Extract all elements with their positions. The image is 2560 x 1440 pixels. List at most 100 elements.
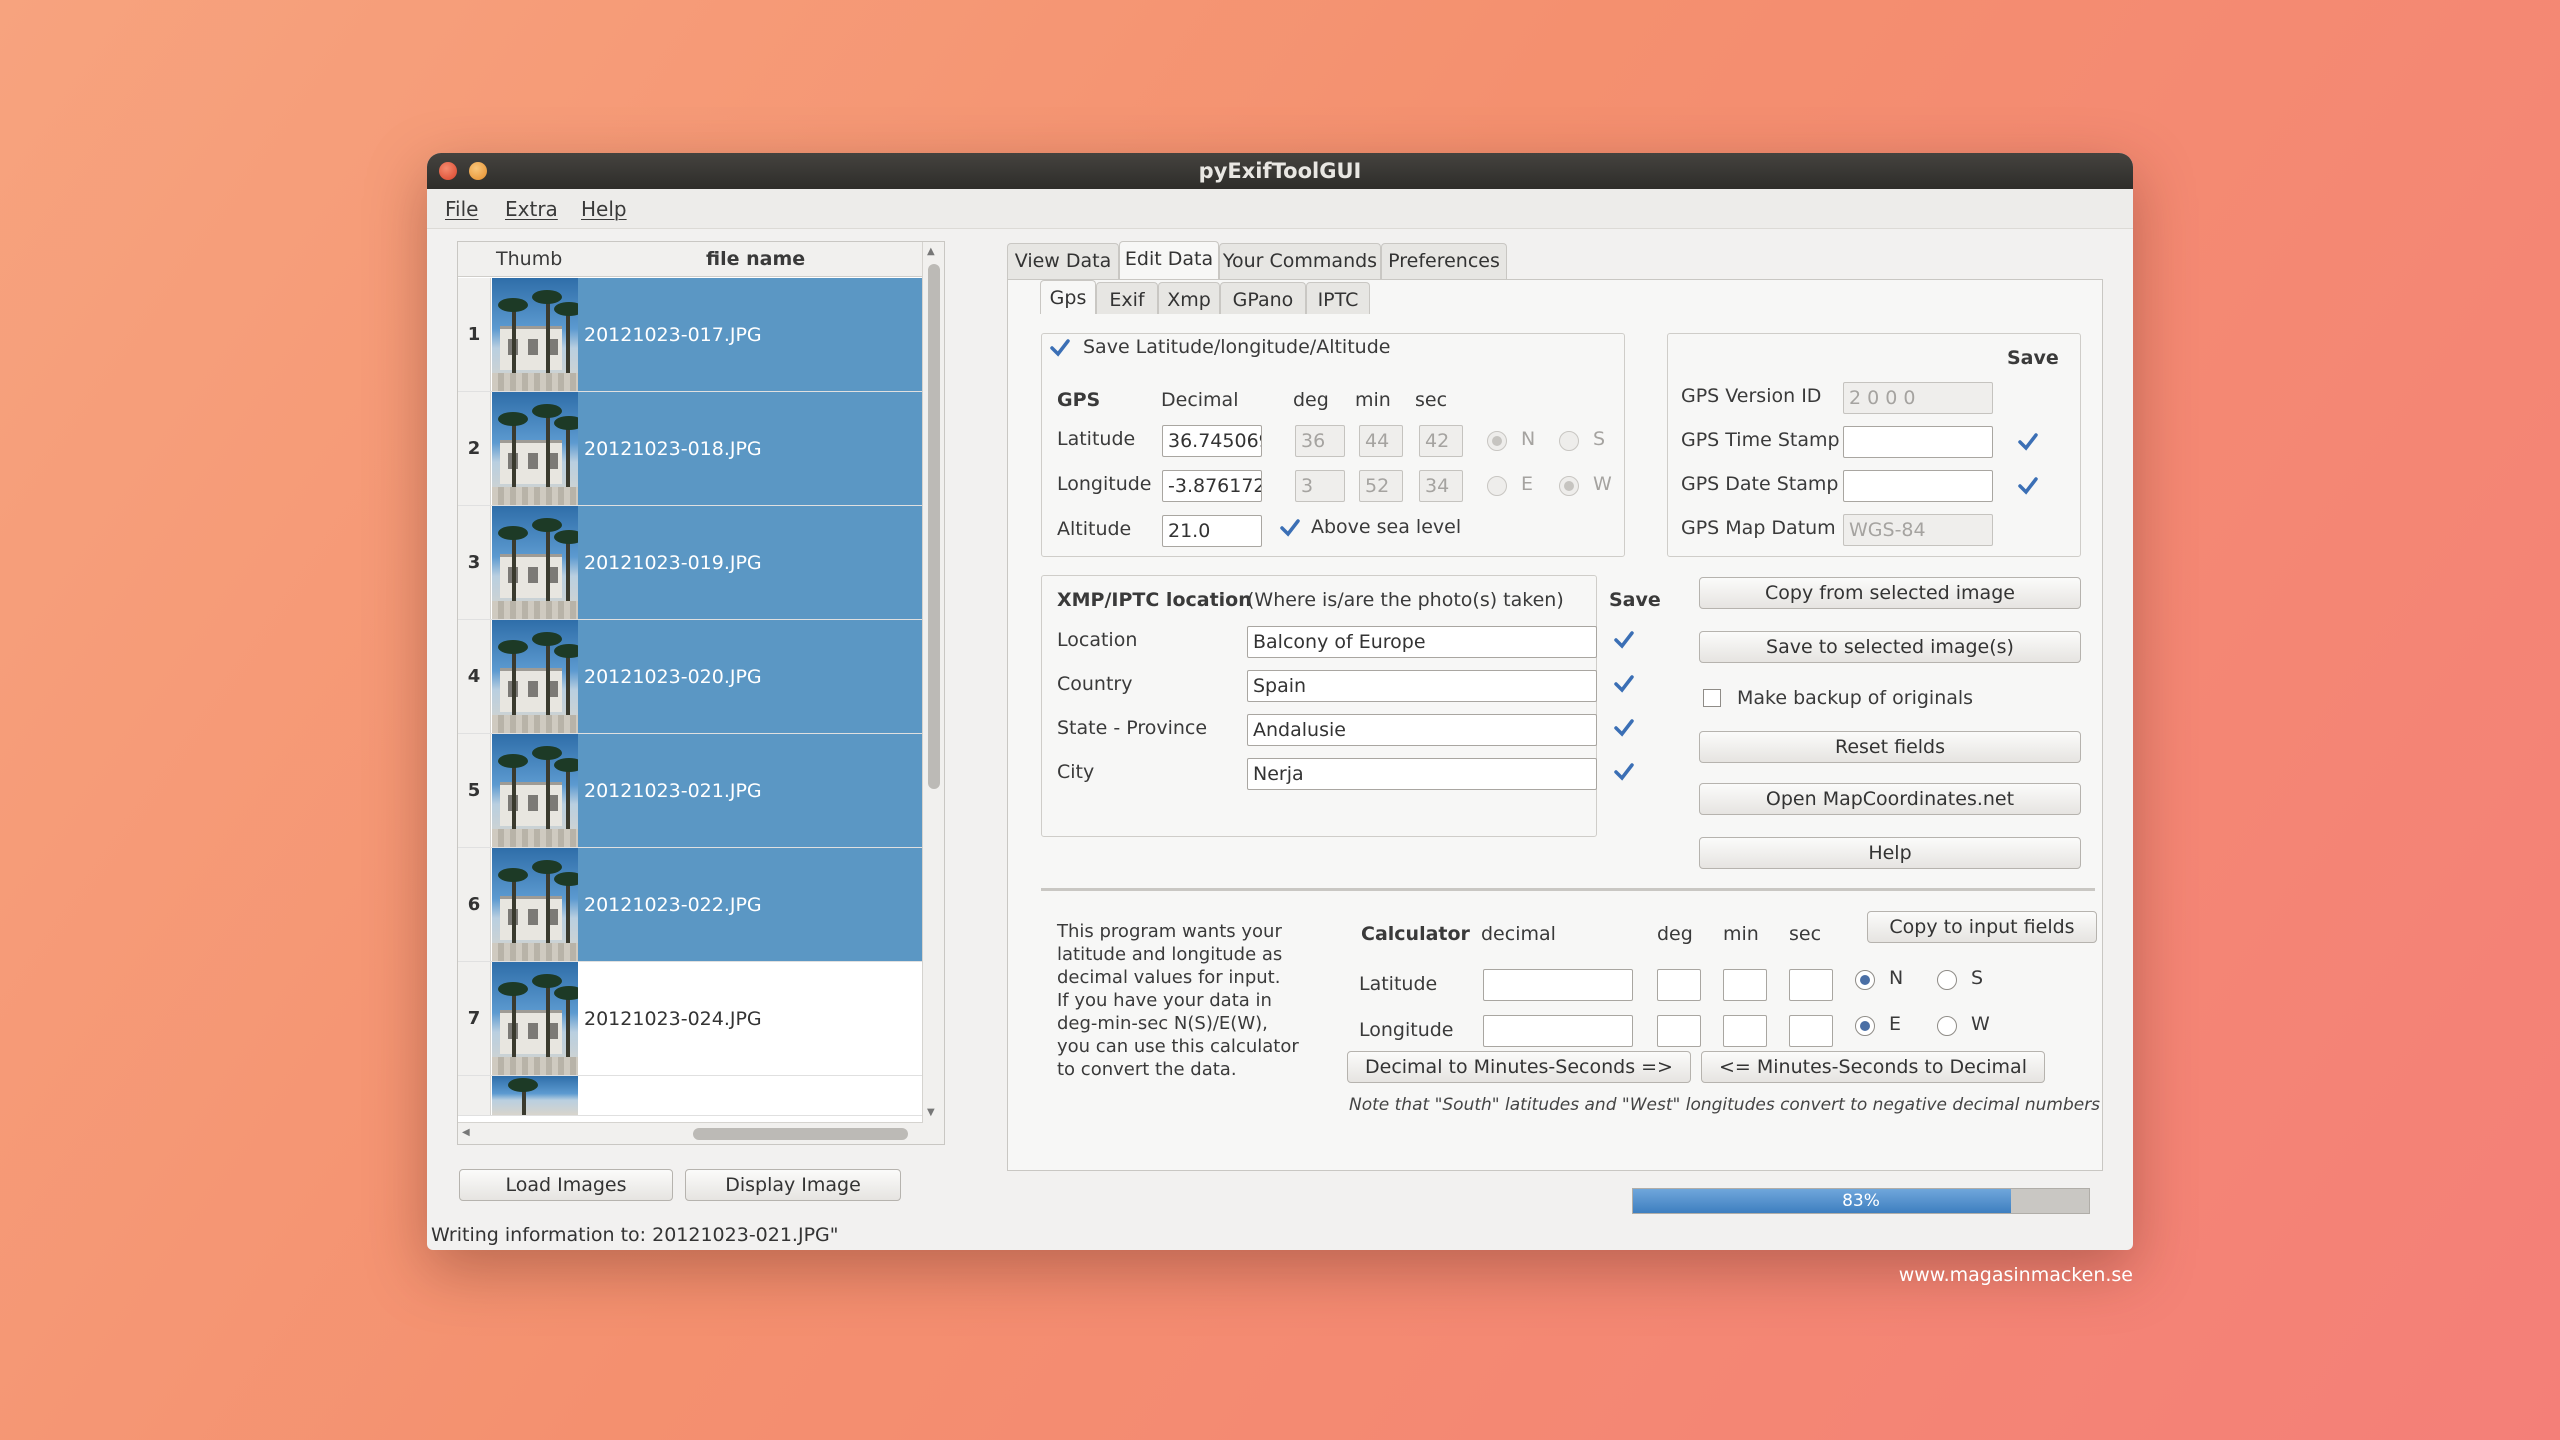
save-gps-label: Save Latitude/longitude/Altitude (1083, 336, 1391, 358)
dms-to-decimal-button[interactable]: <= Minutes-Seconds to Decimal (1701, 1051, 2045, 1083)
table-row[interactable]: 6 20121023-022.JPG (458, 848, 923, 962)
save-gps-checkbox[interactable] (1049, 337, 1070, 357)
reset-fields-button[interactable]: Reset fields (1699, 731, 2081, 763)
calculator-info-line: to convert the data. (1057, 1059, 1237, 1080)
subtab-xmp[interactable]: Xmp (1158, 282, 1220, 314)
tab-view-data[interactable]: View Data (1007, 243, 1119, 279)
tab-your-commands[interactable]: Your Commands (1219, 243, 1381, 279)
calc-latitude-min-input[interactable] (1723, 969, 1767, 1001)
calc-latitude-n-radio[interactable] (1855, 970, 1875, 990)
calc-longitude-w-radio[interactable] (1937, 1016, 1957, 1036)
tab-edit-data[interactable]: Edit Data (1119, 241, 1219, 279)
make-backup-checkbox[interactable] (1703, 689, 1721, 707)
location-save-checkbox[interactable] (1613, 629, 1634, 649)
table-row[interactable]: 1 20121023-017.JPG (458, 278, 923, 392)
above-sea-level-checkbox[interactable] (1279, 517, 1300, 537)
calc-latitude-sec-input[interactable] (1789, 969, 1833, 1001)
table-row[interactable]: 4 20121023-020.JPG (458, 620, 923, 734)
list-horizontal-scroll-thumb[interactable] (693, 1128, 908, 1140)
gps-time-input[interactable] (1843, 426, 1993, 458)
calc-longitude-e-radio[interactable] (1855, 1016, 1875, 1036)
panel-divider[interactable] (1041, 888, 2095, 891)
calculator-note: Note that "South" latitudes and "West" l… (1349, 1095, 2101, 1115)
scroll-down-arrow-icon[interactable]: ▼ (927, 1107, 935, 1118)
latitude-s-label: S (1593, 428, 1606, 450)
checkmark-icon (1614, 719, 1634, 737)
latitude-decimal-input[interactable]: 36.745069 (1162, 425, 1262, 457)
progress-label: 83% (1842, 1191, 1880, 1211)
country-save-checkbox[interactable] (1613, 673, 1634, 693)
gps-date-input[interactable] (1843, 470, 1993, 502)
city-save-checkbox[interactable] (1613, 761, 1634, 781)
file-name-cell[interactable]: 20121023-017.JPG (578, 278, 923, 391)
table-row[interactable]: 3 20121023-019.JPG (458, 506, 923, 620)
calculator-info-line: latitude and longitude as (1057, 944, 1283, 965)
thumbnail-image (492, 734, 578, 847)
display-image-button[interactable]: Display Image (685, 1169, 901, 1201)
list-vertical-scroll-thumb[interactable] (928, 264, 940, 789)
file-name-cell[interactable]: 20121023-020.JPG (578, 620, 923, 733)
menu-file[interactable]: File (445, 197, 478, 221)
copy-to-input-fields-button[interactable]: Copy to input fields (1867, 911, 2097, 943)
subtab-iptc[interactable]: IPTC (1306, 282, 1370, 314)
longitude-decimal-input[interactable]: -3.876172 (1162, 470, 1262, 502)
gps-datum-input: WGS-84 (1843, 514, 1993, 546)
file-name-cell[interactable]: 20121023-021.JPG (578, 734, 923, 847)
city-label: City (1057, 761, 1095, 783)
row-number: 7 (458, 962, 491, 1075)
checkmark-icon (1280, 519, 1300, 537)
calc-min-header: min (1723, 923, 1759, 945)
menu-extra[interactable]: Extra (505, 197, 558, 221)
close-window-button[interactable] (439, 162, 457, 180)
subtab-gps[interactable]: Gps (1040, 280, 1096, 314)
gps-date-save-checkbox[interactable] (2017, 475, 2038, 495)
latitude-label: Latitude (1057, 428, 1136, 450)
minimize-window-button[interactable] (469, 162, 487, 180)
file-name-cell[interactable]: 20121023-024.JPG (578, 962, 923, 1075)
column-file-name[interactable]: file name (706, 248, 805, 270)
calc-latitude-decimal-input[interactable] (1483, 969, 1633, 1001)
city-input[interactable]: Nerja (1247, 758, 1597, 790)
open-mapcoordinates-button[interactable]: Open MapCoordinates.net (1699, 783, 2081, 815)
gps-time-save-checkbox[interactable] (2017, 431, 2038, 451)
altitude-input[interactable]: 21.0 (1162, 515, 1262, 547)
country-input[interactable]: Spain (1247, 670, 1597, 702)
image-list[interactable]: Thumb file name 1 20121023-017.JPG 2 201210… (457, 241, 945, 1145)
table-row[interactable]: 7 20121023-024.JPG (458, 962, 923, 1076)
calc-latitude-s-radio[interactable] (1937, 970, 1957, 990)
load-images-button[interactable]: Load Images (459, 1169, 673, 1201)
subtab-gpano[interactable]: GPano (1220, 282, 1306, 314)
calc-longitude-min-input[interactable] (1723, 1015, 1767, 1047)
column-thumb[interactable]: Thumb (496, 248, 562, 270)
longitude-sec-input: 34 (1419, 470, 1463, 502)
sec-header: sec (1415, 389, 1448, 411)
xmp-location-group (1041, 575, 1597, 837)
state-save-checkbox[interactable] (1613, 717, 1634, 737)
copy-from-selected-button[interactable]: Copy from selected image (1699, 577, 2081, 609)
table-row[interactable]: 2 20121023-018.JPG (458, 392, 923, 506)
list-horizontal-scrollbar[interactable]: ◀ (458, 1122, 923, 1144)
calc-longitude-deg-input[interactable] (1657, 1015, 1701, 1047)
app-window: pyExifToolGUI File Extra Help Thumb file… (427, 153, 2133, 1250)
list-vertical-scrollbar[interactable]: ▲ ▼ (922, 242, 944, 1144)
save-to-selected-button[interactable]: Save to selected image(s) (1699, 631, 2081, 663)
decimal-to-dms-button[interactable]: Decimal to Minutes-Seconds => (1347, 1051, 1691, 1083)
menu-help[interactable]: Help (581, 197, 627, 221)
state-input[interactable]: Andalusie (1247, 714, 1597, 746)
help-button[interactable]: Help (1699, 837, 2081, 869)
file-name-cell[interactable]: 20121023-022.JPG (578, 848, 923, 961)
calc-longitude-decimal-input[interactable] (1483, 1015, 1633, 1047)
table-row[interactable]: 5 20121023-021.JPG (458, 734, 923, 848)
calc-longitude-sec-input[interactable] (1789, 1015, 1833, 1047)
calc-sec-header: sec (1789, 923, 1822, 945)
scroll-left-arrow-icon[interactable]: ◀ (462, 1127, 470, 1138)
min-header: min (1355, 389, 1391, 411)
file-name-cell[interactable]: 20121023-019.JPG (578, 506, 923, 619)
subtab-exif[interactable]: Exif (1096, 282, 1158, 314)
calc-latitude-deg-input[interactable] (1657, 969, 1701, 1001)
table-row[interactable] (458, 1076, 923, 1116)
location-input[interactable]: Balcony of Europe (1247, 626, 1597, 658)
tab-preferences[interactable]: Preferences (1381, 243, 1507, 279)
scroll-up-arrow-icon[interactable]: ▲ (927, 246, 935, 257)
file-name-cell[interactable]: 20121023-018.JPG (578, 392, 923, 505)
